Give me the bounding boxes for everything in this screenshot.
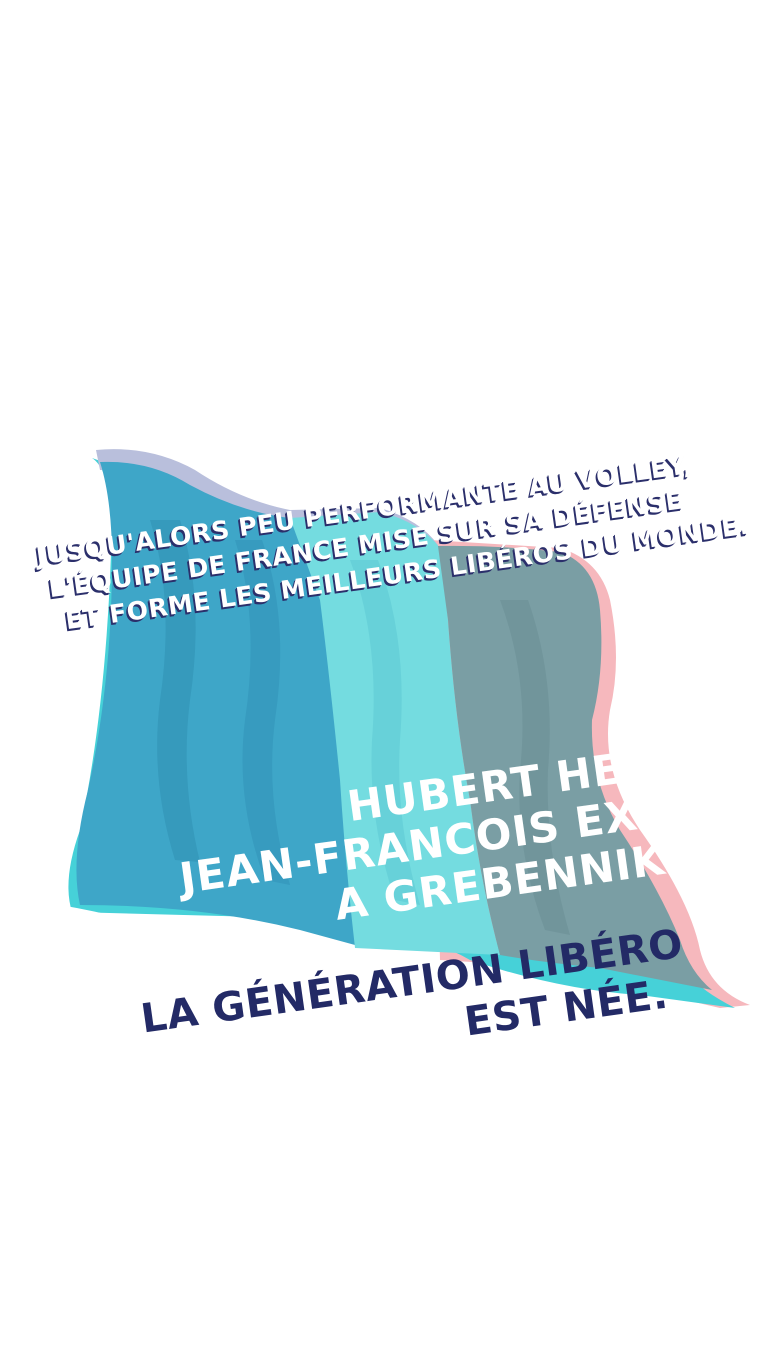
- stage: Jusqu'alors peu performante au volley, l…: [0, 0, 768, 1368]
- waving-flag-illustration: [60, 449, 768, 1008]
